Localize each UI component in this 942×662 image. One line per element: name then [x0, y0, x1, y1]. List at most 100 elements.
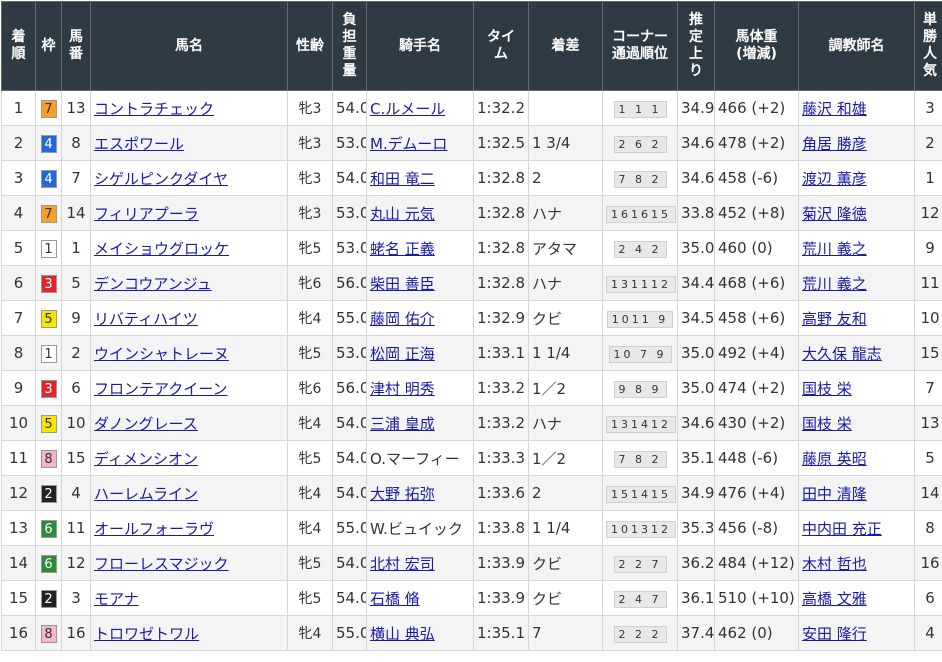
trainer-link[interactable]: 木村 哲也	[802, 555, 867, 573]
corner-badge: 151415	[606, 485, 676, 503]
horse-link[interactable]: エスポワール	[94, 135, 184, 153]
horse-link[interactable]: ウインシャトレーヌ	[94, 345, 229, 363]
waku-cell: 4	[35, 160, 62, 196]
margin-cell: 7	[528, 615, 603, 651]
jockey-link[interactable]: 藤岡 佑介	[370, 310, 435, 328]
popularity-cell: 5	[914, 440, 942, 476]
result-row: 14 6 12 フローレスマジック 牝5 54.0 北村 宏司 1:33.9 クビ 2 2 7 36…	[1, 545, 942, 581]
sex-age-cell: 牝3	[287, 90, 333, 126]
horse-link[interactable]: リバティハイツ	[94, 310, 198, 328]
last3f-cell: 34.6	[677, 125, 715, 161]
horse-link[interactable]: フィリアプーラ	[94, 205, 199, 223]
header-rank-label: 着順	[11, 29, 26, 62]
jockey-link[interactable]: 津村 明秀	[370, 380, 435, 398]
margin-cell: 1／2	[528, 370, 603, 406]
popularity-cell: 10	[914, 300, 942, 336]
rank-cell: 16	[1, 615, 36, 651]
horse-link[interactable]: デンコウアンジュ	[94, 275, 212, 293]
horse-link[interactable]: コントラチェック	[94, 100, 214, 118]
corner-badge: 1011 9	[606, 310, 674, 328]
jockey-link[interactable]: 大野 拓弥	[370, 485, 435, 503]
jockey-link[interactable]: 横山 典弘	[370, 625, 435, 643]
jockey-cell: 北村 宏司	[366, 545, 474, 581]
header-number: 馬番	[61, 1, 91, 91]
trainer-cell: 国枝 栄	[798, 405, 915, 441]
horse-cell: ダノングレース	[90, 405, 288, 441]
trainer-link[interactable]: 渡辺 薫彦	[802, 170, 867, 188]
trainer-link[interactable]: 大久保 龍志	[802, 345, 882, 363]
jockey-link[interactable]: 三浦 皇成	[370, 415, 435, 433]
horse-cell: オールフォーラヴ	[90, 510, 288, 546]
header-time-label: タイム	[487, 29, 515, 62]
waku-cell: 5	[35, 405, 62, 441]
trainer-link[interactable]: 藤原 英昭	[802, 450, 867, 468]
weight-cell: 53.0	[332, 195, 367, 231]
jockey-link[interactable]: 丸山 元気	[370, 205, 435, 223]
popularity-cell: 4	[914, 615, 942, 651]
number-cell: 3	[61, 580, 91, 616]
time-cell: 1:35.1	[473, 615, 529, 651]
horse-link[interactable]: ハーレムライン	[94, 485, 198, 503]
trainer-link[interactable]: 田中 清隆	[802, 485, 867, 503]
last3f-cell: 37.4	[677, 615, 715, 651]
waku-badge: 2	[40, 484, 57, 503]
sex-age-cell: 牝5	[287, 230, 333, 266]
trainer-link[interactable]: 中内田 充正	[802, 520, 882, 538]
header-time: タイム	[473, 1, 529, 91]
time-cell: 1:32.2	[473, 90, 529, 126]
trainer-link[interactable]: 安田 隆行	[802, 625, 867, 643]
trainer-cell: 藤沢 和雄	[798, 90, 915, 126]
rank-cell: 1	[1, 90, 36, 126]
trainer-link[interactable]: 国枝 栄	[802, 380, 852, 398]
corner-badge: 2 2 7	[613, 555, 667, 573]
weight-cell: 54.0	[332, 440, 367, 476]
popularity-cell: 1	[914, 160, 942, 196]
horse-link[interactable]: オールフォーラヴ	[94, 520, 214, 538]
horse-link[interactable]: モアナ	[94, 590, 139, 608]
trainer-cell: 国枝 栄	[798, 370, 915, 406]
header-horse: 馬名	[90, 1, 288, 91]
corner-cell: 131112	[602, 265, 678, 301]
trainer-cell: 藤原 英昭	[798, 440, 915, 476]
body-weight-cell: 510 (+10)	[714, 580, 799, 616]
trainer-link[interactable]: 高野 友和	[802, 310, 867, 328]
result-row: 4 7 14 フィリアプーラ 牝3 53.0 丸山 元気 1:32.8 ハナ 161615 33.8…	[1, 195, 942, 231]
trainer-link[interactable]: 角居 勝彦	[802, 135, 867, 153]
jockey-link[interactable]: 柴田 善臣	[370, 275, 435, 293]
waku-badge: 8	[40, 449, 57, 468]
trainer-link[interactable]: 荒川 義之	[802, 240, 867, 258]
horse-link[interactable]: ダノングレース	[94, 415, 198, 433]
horse-link[interactable]: シゲルピンクダイヤ	[94, 170, 228, 188]
number-cell: 5	[61, 265, 91, 301]
jockey-link[interactable]: C.ルメール	[370, 100, 445, 118]
result-row: 6 3 5 デンコウアンジュ 牝6 56.0 柴田 善臣 1:32.8 ハナ 131112 34.4…	[1, 265, 942, 301]
sex-age-cell: 牝6	[287, 370, 333, 406]
jockey-link[interactable]: M.デムーロ	[370, 135, 447, 153]
trainer-link[interactable]: 荒川 義之	[802, 275, 867, 293]
trainer-link[interactable]: 菊沢 隆徳	[802, 205, 867, 223]
number-cell: 1	[61, 230, 91, 266]
sex-age-cell: 牝4	[287, 405, 333, 441]
horse-link[interactable]: ディメンシオン	[94, 450, 198, 468]
result-row: 8 1 2 ウインシャトレーヌ 牝5 53.0 松岡 正海 1:33.1 1 1/4 10 7 9…	[1, 335, 942, 371]
jockey-link[interactable]: 松岡 正海	[370, 345, 435, 363]
waku-cell: 8	[35, 440, 62, 476]
horse-link[interactable]: フローレスマジック	[94, 555, 229, 573]
corner-cell: 10 7 9	[602, 335, 678, 371]
jockey-cell: O.マーフィー	[366, 440, 474, 476]
horse-link[interactable]: トロワゼトワル	[94, 625, 199, 643]
horse-link[interactable]: フロンテアクイーン	[94, 380, 228, 398]
last3f-cell: 34.9	[677, 475, 715, 511]
jockey-link[interactable]: 蛯名 正義	[370, 240, 435, 258]
trainer-link[interactable]: 国枝 栄	[802, 415, 852, 433]
margin-cell: ハナ	[528, 265, 603, 301]
trainer-link[interactable]: 高橋 文雅	[802, 590, 867, 608]
horse-link[interactable]: メイショウグロッケ	[94, 240, 229, 258]
jockey-link[interactable]: 石橋 脩	[370, 590, 420, 608]
weight-cell: 54.0	[332, 545, 367, 581]
popularity-cell: 7	[914, 370, 942, 406]
jockey-link[interactable]: 和田 竜二	[370, 170, 435, 188]
jockey-link[interactable]: 北村 宏司	[370, 555, 435, 573]
trainer-link[interactable]: 藤沢 和雄	[802, 100, 867, 118]
waku-badge: 7	[40, 204, 57, 223]
